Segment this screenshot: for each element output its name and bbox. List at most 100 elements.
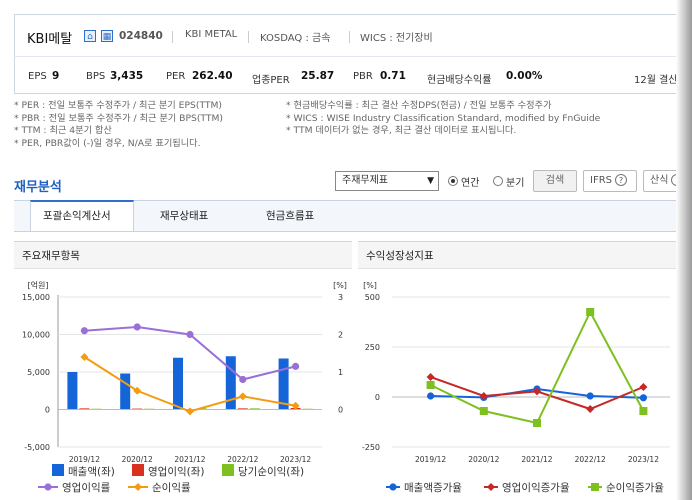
y-tick-label: 0: [45, 406, 50, 415]
legend-label: 영업이익(좌): [148, 465, 205, 478]
x-tick-label: 2023/12: [280, 455, 311, 464]
legend-marker: [134, 483, 142, 491]
legend-marker: [44, 483, 52, 491]
divider: [248, 31, 249, 43]
point-0: [239, 375, 247, 384]
legend-label: 영업이익률: [62, 481, 111, 494]
ifrs-button[interactable]: IFRS?: [583, 170, 637, 192]
legend-label: 영업이익증가율: [502, 481, 570, 494]
x-tick-label: 2019/12: [415, 455, 446, 464]
ifrs-label: IFRS: [590, 175, 612, 186]
company-header: [14, 14, 682, 94]
point-2: [639, 407, 648, 415]
point-0: [186, 330, 194, 339]
y-tick-label: 15,000: [22, 293, 50, 302]
stock-code: 024840: [119, 30, 163, 42]
panel-header-right: 수익성장성지표: [358, 241, 680, 269]
point-0: [133, 323, 141, 331]
legend-marker: [591, 483, 599, 491]
formula-label: 산식: [650, 175, 669, 186]
panel-header-left: 주요재무항목: [14, 241, 352, 269]
metric-value-pbr: 0.71: [380, 70, 406, 82]
market-info: KOSDAQ : 금속: [260, 33, 331, 44]
series-line-2: [430, 309, 645, 425]
legend-swatch: [52, 464, 64, 476]
y-right-tick-label: 1: [338, 368, 343, 377]
point-0: [427, 392, 435, 400]
tab-income-statement[interactable]: 포괄손익계산서: [43, 208, 111, 223]
y-tick-label: 500: [365, 293, 380, 302]
radio-quarter[interactable]: [493, 176, 503, 186]
wics-info: WICS : 전기장비: [360, 33, 433, 44]
y-tick-label: 250: [365, 343, 380, 352]
y-tick-label: 10,000: [22, 331, 50, 340]
search-button[interactable]: 검색: [533, 170, 577, 192]
x-tick-label: 2019/12: [69, 455, 100, 464]
divider: [349, 31, 350, 43]
y-tick-label: -5,000: [24, 443, 50, 452]
window-edge-shadow: [676, 0, 692, 500]
tab-cash-flow[interactable]: 현금흐름표: [266, 208, 314, 223]
metric-value-per: 262.40: [192, 70, 233, 82]
note-line: * TTM 데이터가 없는 경우, 최근 결산 데이터로 표시됩니다.: [286, 125, 517, 136]
point-2: [533, 419, 541, 427]
metric-label-sector-per: 업종PER: [252, 75, 290, 86]
point-1: [238, 392, 247, 401]
chevron-down-icon: ▼: [427, 176, 434, 186]
point-0: [586, 392, 594, 400]
x-tick-label: 2020/12: [468, 455, 499, 464]
point-0: [292, 362, 300, 370]
x-tick-label: 2021/12: [521, 455, 552, 464]
legend-label: 당기순이익(좌): [238, 466, 304, 478]
radio-annual[interactable]: [448, 176, 458, 186]
x-tick-label: 2022/12: [227, 455, 258, 464]
english-name: KBI METAL: [185, 29, 238, 40]
building-icon[interactable]: ▦: [101, 30, 113, 42]
bar-0: [278, 358, 289, 410]
legend-label: 매출액증가율: [404, 482, 462, 494]
y-axis-unit-label: [%]: [363, 281, 377, 290]
metric-label-bps: BPS: [86, 71, 106, 82]
notes-right: * 현금배당수익률 : 최근 결산 수정DPS(현금) / 전일 보통주 수정주…: [286, 100, 600, 138]
statement-select[interactable]: 주재무제표 ▼: [335, 171, 439, 191]
metric-label-pbr: PBR: [353, 71, 373, 82]
legend-swatch: [132, 464, 144, 476]
y-right-tick-label: 2: [338, 331, 343, 340]
y-right-tick-label: 3: [338, 293, 343, 302]
radio-quarter-label: 분기: [506, 178, 525, 189]
note-line: * 현금배당수익률 : 최근 결산 수정DPS(현금) / 전일 보통주 수정주…: [286, 100, 552, 111]
bar-0: [67, 372, 78, 410]
point-1: [426, 373, 435, 381]
point-0: [639, 394, 647, 402]
x-tick-label: 2021/12: [174, 455, 205, 464]
chart-growth: [%] 500 250 0 -250 2019/12 2020/12 2021/12 2022/…: [362, 281, 670, 494]
y-right-tick-label: 0: [338, 406, 343, 415]
radio-annual-label: 연간: [461, 178, 480, 189]
point-2: [479, 407, 488, 415]
series-line-1: [83, 356, 296, 413]
y-axis-unit-label: [억원]: [28, 280, 49, 290]
metric-value-sector-per: 25.87: [301, 70, 335, 82]
x-tick-label: 2022/12: [575, 455, 606, 464]
divider: [172, 31, 173, 43]
metric-value-bps: 3,435: [110, 70, 144, 82]
note-line: * TTM : 최근 4분기 합산: [14, 125, 112, 136]
tab-balance-sheet[interactable]: 재무상태표: [160, 208, 208, 223]
metric-value-dividend: 0.00%: [506, 70, 543, 82]
y-tick-label: -250: [362, 443, 380, 452]
note-line: * PER : 전일 보통주 수정주가 / 최근 분기 EPS(TTM): [14, 100, 223, 111]
select-value: 주재무제표: [342, 175, 388, 186]
legend-marker: [389, 483, 397, 491]
note-line: * WICS : WISE Industry Classification St…: [286, 112, 601, 124]
metric-label-eps: EPS: [28, 71, 47, 82]
chart-main-items: [억원] [%] 15,000 10,000 5,000 0 -5,000 3 2 1 0 2019/…: [22, 280, 347, 494]
y-axis-unit-label: [%]: [333, 281, 347, 290]
home-icon[interactable]: ⌂: [84, 30, 96, 42]
legend-label: 매출액(좌): [68, 466, 115, 478]
point-2: [426, 381, 435, 389]
y-tick-label: 0: [375, 393, 380, 402]
metric-value-eps: 9: [52, 70, 60, 82]
legend-marker: [487, 483, 495, 491]
point-2: [586, 308, 595, 316]
metric-label-per: PER: [166, 71, 186, 82]
